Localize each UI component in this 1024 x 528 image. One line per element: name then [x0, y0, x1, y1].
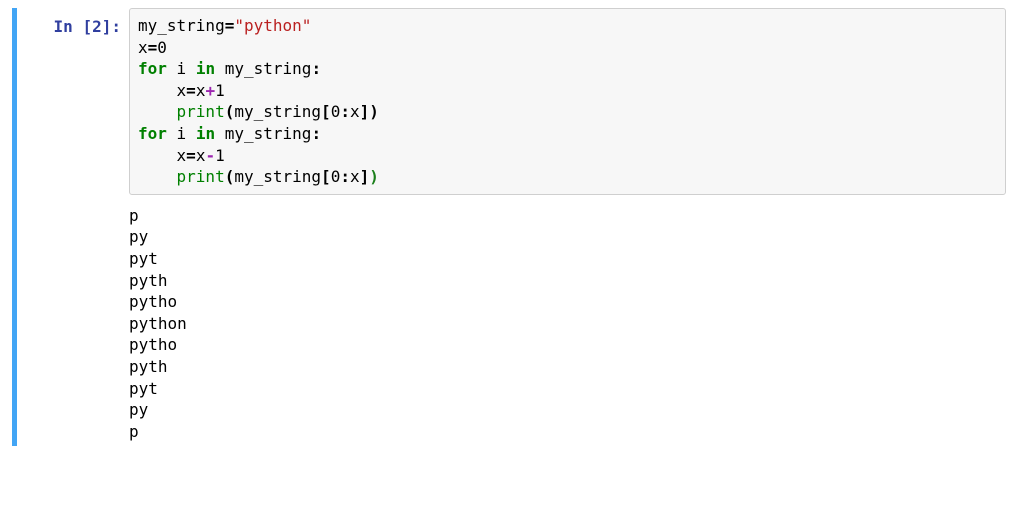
code-token: print: [177, 102, 225, 121]
code-token: my_string: [225, 124, 312, 143]
code-token: [186, 59, 196, 78]
code-token: =: [186, 81, 196, 100]
code-token: [138, 81, 177, 100]
output-text: p py pyt pyth pytho python pytho pyth py…: [129, 205, 1006, 443]
code-token: :: [340, 102, 350, 121]
prompt-open: [: [73, 17, 92, 36]
code-token: for: [138, 59, 167, 78]
code-token: (: [225, 102, 235, 121]
code-token: 0: [331, 102, 341, 121]
code-token: [138, 146, 177, 165]
code-token: -: [205, 146, 215, 165]
code-token: x: [350, 102, 360, 121]
code-token: [215, 124, 225, 143]
code-token: in: [196, 59, 215, 78]
code-token: (: [225, 167, 235, 186]
code-token: i: [177, 59, 187, 78]
code-token: [167, 59, 177, 78]
code-token: x: [196, 81, 206, 100]
code-token: [138, 167, 177, 186]
code-token: 0: [331, 167, 341, 186]
notebook: In [2]: my_string="python" x=0 for i in …: [0, 0, 1024, 456]
code-token: my_string: [138, 16, 225, 35]
prompt-number: 2: [92, 17, 102, 36]
code-token: print: [177, 167, 225, 186]
code-token: "python": [234, 16, 311, 35]
output-prompt: [17, 205, 129, 213]
code-token: x: [196, 146, 206, 165]
code-token: =: [225, 16, 235, 35]
code-token: :: [311, 59, 321, 78]
code-token: 1: [215, 146, 225, 165]
code-token: my_string: [225, 59, 312, 78]
code-token: ]: [360, 102, 370, 121]
code-token: i: [177, 124, 187, 143]
code-token: x: [138, 38, 148, 57]
code-text[interactable]: my_string="python" x=0 for i in my_strin…: [138, 15, 997, 188]
code-token: x: [177, 81, 187, 100]
code-token: x: [177, 146, 187, 165]
stdout: p py pyt pyth pytho python pytho pyth py…: [129, 205, 1006, 447]
code-token: [167, 124, 177, 143]
code-token: x: [350, 167, 360, 186]
code-token: =: [186, 146, 196, 165]
code-token: [138, 102, 177, 121]
code-cell[interactable]: In [2]: my_string="python" x=0 for i in …: [12, 8, 1012, 446]
code-token: for: [138, 124, 167, 143]
input-prompt: In [2]:: [17, 8, 129, 38]
code-token: [: [321, 167, 331, 186]
output-content: p py pyt pyth pytho python pytho pyth py…: [129, 205, 1012, 447]
prompt-label: In: [54, 17, 73, 36]
input-row: In [2]: my_string="python" x=0 for i in …: [17, 8, 1012, 205]
input-content: my_string="python" x=0 for i in my_strin…: [129, 8, 1012, 205]
code-token: :: [340, 167, 350, 186]
code-token: =: [148, 38, 158, 57]
code-token: [215, 59, 225, 78]
code-token: [186, 124, 196, 143]
code-token: in: [196, 124, 215, 143]
code-token: ): [369, 102, 379, 121]
code-editor[interactable]: my_string="python" x=0 for i in my_strin…: [129, 8, 1006, 195]
output-row: p py pyt pyth pytho python pytho pyth py…: [17, 205, 1012, 447]
code-token: +: [205, 81, 215, 100]
code-token: my_string: [234, 102, 321, 121]
prompt-suffix: :: [111, 17, 121, 36]
code-token: ]: [360, 167, 370, 186]
code-token: ): [369, 167, 379, 186]
prompt-close: ]: [102, 17, 112, 36]
code-token: [: [321, 102, 331, 121]
code-token: 0: [157, 38, 167, 57]
code-token: 1: [215, 81, 225, 100]
code-token: :: [311, 124, 321, 143]
code-token: my_string: [234, 167, 321, 186]
